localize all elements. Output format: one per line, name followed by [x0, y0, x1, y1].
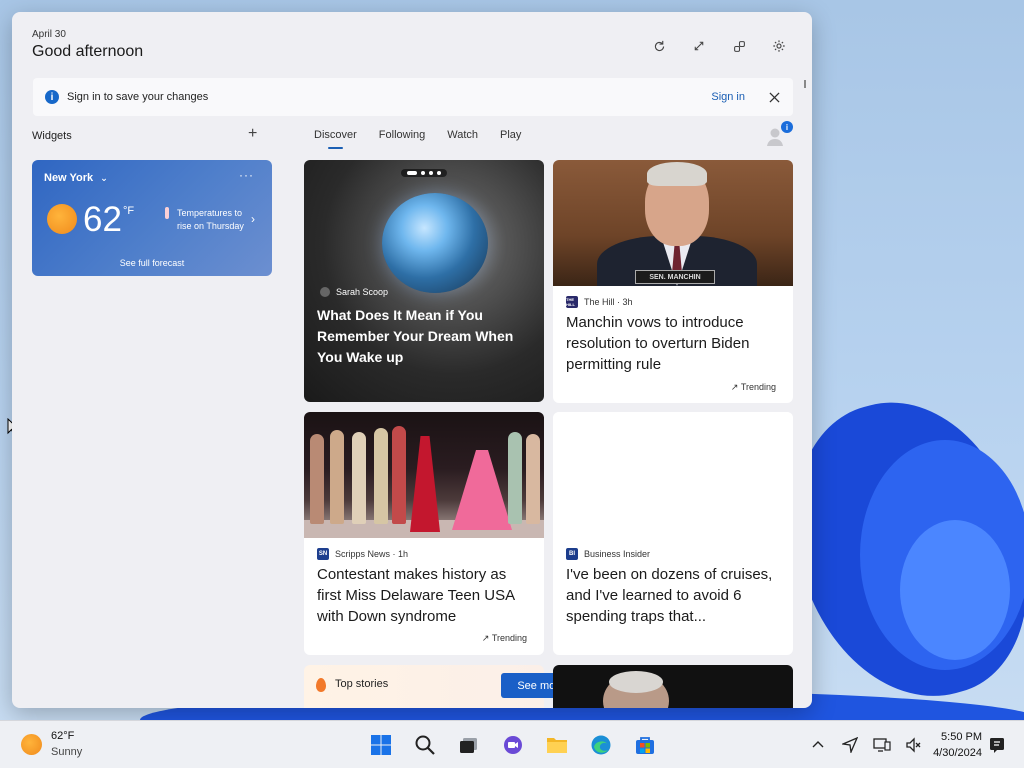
card-source: SN Scripps News · 1h	[317, 548, 408, 560]
card-headline[interactable]: I've been on dozens of cruises, and I've…	[566, 564, 782, 627]
bubble-image	[382, 193, 488, 293]
network-monitor-icon[interactable]	[872, 735, 892, 755]
clock-date: 4/30/2024	[933, 747, 982, 759]
card-source-label: Business Insider	[584, 549, 651, 559]
search-icon[interactable]	[410, 731, 440, 759]
card-source-label: The Hill · 3h	[584, 297, 633, 307]
store-icon[interactable]	[630, 731, 660, 759]
card-source-label: Sarah Scoop	[336, 287, 389, 297]
signin-link[interactable]: Sign in	[711, 91, 745, 103]
sun-icon	[47, 204, 77, 234]
location-icon[interactable]	[840, 735, 860, 755]
trending-icon: ↗	[730, 382, 739, 392]
system-tray	[808, 735, 924, 755]
trending-icon: ↗	[481, 633, 490, 643]
profile-badge: i	[781, 121, 793, 133]
weather-note[interactable]: Temperatures to rise on Thursday	[177, 207, 259, 233]
chevron-down-icon: ⌄	[100, 173, 108, 183]
close-icon[interactable]	[767, 90, 781, 104]
tab-play[interactable]: Play	[500, 129, 521, 149]
news-card-partial[interactable]	[553, 665, 793, 708]
settings-gear-icon[interactable]	[770, 37, 788, 55]
clock-time: 5:50 PM	[941, 731, 982, 743]
weather-city[interactable]: New York ⌄	[44, 172, 108, 184]
card-headline[interactable]: Contestant makes history as first Miss D…	[317, 564, 533, 627]
card-image	[304, 412, 544, 538]
chat-icon[interactable]	[498, 731, 528, 759]
card-source: Sarah Scoop	[320, 287, 388, 297]
tab-following[interactable]: Following	[379, 129, 425, 149]
top-stories-bar: Top stories See more ›	[304, 665, 593, 708]
more-options-icon[interactable]: ···	[239, 168, 254, 182]
weather-city-label: New York	[44, 172, 94, 184]
weather-unit: °F	[123, 205, 135, 217]
taskbar: 62°F Sunny 5:50 PM 4/30/2024	[0, 720, 1024, 768]
weather-temperature: 62	[83, 200, 122, 239]
expand-icon[interactable]	[690, 37, 708, 55]
widgets-panel: April 30 Good afternoon i Sign in to sav…	[12, 12, 812, 708]
chevron-up-icon[interactable]	[808, 735, 828, 755]
taskbar-clock[interactable]: 5:50 PM 4/30/2024	[920, 729, 982, 761]
card-source: THE HILL The Hill · 3h	[566, 296, 633, 308]
news-card-pageant[interactable]: SN Scripps News · 1h Contestant makes hi…	[304, 412, 544, 655]
trending-label: ↗ Trending	[481, 633, 527, 643]
nameplate: SEN. MANCHIN	[635, 270, 715, 284]
add-widget-button[interactable]: +	[248, 125, 257, 143]
news-card-manchin[interactable]: SEN. MANCHIN THE HILL The Hill · 3h Manc…	[553, 160, 793, 403]
source-logo-icon	[320, 287, 330, 297]
card-source-label: Scripps News · 1h	[335, 549, 409, 559]
tab-discover[interactable]: Discover	[314, 129, 357, 149]
card-image	[553, 412, 793, 538]
chevron-right-icon[interactable]: ›	[251, 212, 255, 226]
source-logo-icon: SN	[317, 548, 329, 560]
edge-browser-icon[interactable]	[586, 731, 616, 759]
card-image: SEN. MANCHIN	[553, 160, 793, 286]
tab-watch[interactable]: Watch	[447, 129, 478, 149]
weather-widget[interactable]: New York ⌄ ··· 62 °F Temperatures to ris…	[32, 160, 272, 276]
news-card-dream[interactable]: Sarah Scoop What Does It Mean if You Rem…	[304, 160, 544, 402]
story-progress-dots	[401, 169, 447, 177]
signin-message: Sign in to save your changes	[67, 91, 209, 103]
connect-icon[interactable]	[730, 37, 748, 55]
header-actions	[650, 37, 788, 55]
source-logo-icon: THE HILL	[566, 296, 578, 308]
feed-tabs: Discover Following Watch Play	[314, 129, 521, 149]
taskbar-weather-temp[interactable]: 62°F	[51, 730, 74, 742]
trending-label: ↗ Trending	[730, 382, 776, 392]
file-explorer-icon[interactable]	[542, 731, 572, 759]
taskbar-apps	[366, 731, 660, 759]
info-icon: i	[45, 90, 59, 104]
news-card-cruises[interactable]: BI Business Insider I've been on dozens …	[553, 412, 793, 655]
header-greeting: Good afternoon	[32, 43, 144, 60]
task-view-icon[interactable]	[454, 731, 484, 759]
sun-icon[interactable]	[21, 734, 42, 755]
thermometer-icon	[165, 207, 169, 219]
scrollbar[interactable]	[804, 80, 806, 88]
card-headline[interactable]: Manchin vows to introduce resolution to …	[566, 312, 782, 375]
widgets-section-label: Widgets	[32, 130, 72, 142]
taskbar-weather-condition[interactable]: Sunny	[51, 746, 82, 758]
top-stories-label: Top stories	[335, 678, 389, 690]
start-windows-icon[interactable]	[366, 731, 396, 759]
see-full-forecast-link[interactable]: See full forecast	[32, 258, 272, 268]
card-source: BI Business Insider	[566, 548, 650, 560]
card-headline[interactable]: What Does It Mean if You Remember Your D…	[317, 305, 533, 368]
signin-banner: i Sign in to save your changes Sign in	[33, 78, 793, 116]
refresh-icon[interactable]	[650, 37, 668, 55]
source-logo-icon: BI	[566, 548, 578, 560]
flame-icon	[316, 678, 326, 692]
header-date: April 30	[32, 29, 66, 40]
notification-icon[interactable]	[988, 736, 1006, 754]
wallpaper-bloom	[900, 520, 1010, 660]
